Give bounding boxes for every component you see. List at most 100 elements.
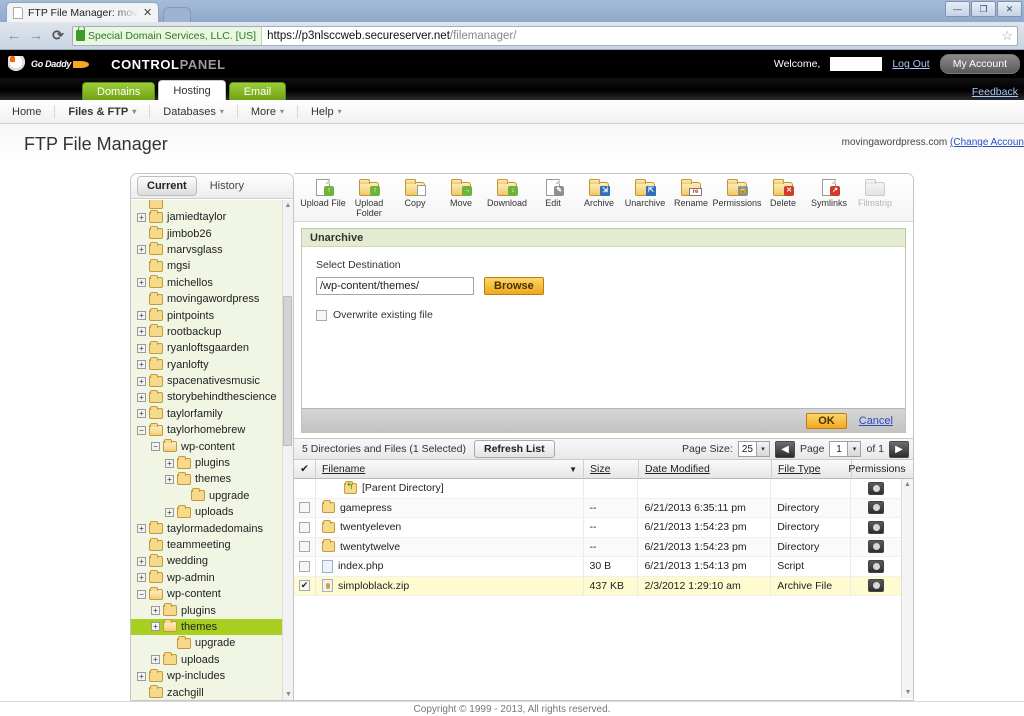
tree-item-taylormadedomains[interactable]: + taylormadedomains bbox=[131, 520, 282, 536]
row-checkbox-cell[interactable]: ✔ bbox=[294, 576, 316, 596]
tree-item-wedding[interactable]: + wedding bbox=[131, 553, 282, 569]
tree-item-themes[interactable]: + themes bbox=[131, 471, 282, 487]
tree-item-movingawordpress[interactable]: movingawordpress bbox=[131, 291, 282, 307]
unarchive-button[interactable]: ⇱ Unarchive bbox=[622, 177, 668, 208]
cancel-link[interactable]: Cancel bbox=[859, 415, 893, 427]
column-header-filename[interactable]: Filename ▼ bbox=[316, 459, 584, 479]
table-row[interactable]: index.php 30 B 6/21/2013 1:54:13 pm Script bbox=[294, 556, 901, 577]
refresh-list-button[interactable]: Refresh List bbox=[474, 440, 555, 458]
download-button[interactable]: ↓ Download bbox=[484, 177, 530, 208]
row-checkbox-cell[interactable] bbox=[294, 537, 316, 557]
expand-toggle-icon[interactable]: + bbox=[151, 655, 160, 665]
tree-item-plugins[interactable]: + plugins bbox=[131, 455, 282, 471]
welcome-username-field[interactable] bbox=[830, 57, 883, 71]
tree-item-upgrade[interactable]: upgrade bbox=[131, 635, 282, 651]
minimize-icon[interactable]: — bbox=[945, 1, 970, 17]
column-header-size[interactable]: Size bbox=[584, 459, 639, 479]
filename-cell[interactable]: twentytwelve bbox=[316, 537, 584, 557]
browse-button[interactable]: Browse bbox=[484, 277, 544, 295]
row-checkbox[interactable] bbox=[298, 521, 310, 533]
rename-button[interactable]: re Rename bbox=[668, 177, 714, 208]
collapse-toggle-icon[interactable]: − bbox=[151, 442, 160, 452]
expand-toggle-icon[interactable]: + bbox=[137, 524, 146, 534]
filename-cell[interactable]: [Parent Directory] bbox=[316, 478, 584, 498]
tree-item-ryanloftsgaarden[interactable]: + ryanloftsgaarden bbox=[131, 340, 282, 356]
expand-toggle-icon[interactable]: + bbox=[137, 360, 146, 370]
expand-toggle-icon[interactable]: + bbox=[137, 409, 146, 419]
tree-item-uploads[interactable]: + uploads bbox=[131, 652, 282, 668]
tree-item-mgsi[interactable]: mgsi bbox=[131, 258, 282, 274]
row-checkbox-cell[interactable] bbox=[294, 498, 316, 518]
tree-item-teammeeting[interactable]: teammeeting bbox=[131, 537, 282, 553]
address-bar[interactable]: Special Domain Services, LLC. [US] https… bbox=[72, 25, 1018, 46]
browser-tab[interactable]: FTP File Manager: moving ✕ bbox=[6, 2, 160, 22]
scroll-up-icon[interactable]: ▲ bbox=[902, 479, 913, 490]
column-header-file-type[interactable]: File Type bbox=[772, 459, 852, 479]
tree-item-uploads[interactable]: + uploads bbox=[131, 504, 282, 520]
tree-item-zachgill[interactable]: zachgill bbox=[131, 684, 282, 700]
feedback-link[interactable]: Feedback bbox=[972, 86, 1018, 98]
destination-input[interactable] bbox=[316, 277, 474, 295]
permissions-view-icon[interactable] bbox=[868, 559, 885, 573]
next-page-button[interactable]: ▶ bbox=[889, 440, 909, 458]
change-account-link[interactable]: (Change Accoun bbox=[950, 137, 1024, 148]
permissions-view-icon[interactable] bbox=[868, 481, 885, 495]
expand-toggle-icon[interactable]: + bbox=[137, 671, 146, 681]
archive-button[interactable]: ⇲ Archive bbox=[576, 177, 622, 208]
expand-toggle-icon[interactable]: + bbox=[151, 606, 160, 616]
permissions-view-icon[interactable] bbox=[868, 540, 885, 554]
expand-toggle-icon[interactable]: + bbox=[137, 311, 146, 321]
maximize-icon[interactable]: ❐ bbox=[971, 1, 996, 17]
upload-file-button[interactable]: ↑ Upload File bbox=[300, 177, 346, 208]
row-checkbox[interactable] bbox=[298, 502, 310, 514]
window-close-icon[interactable]: ✕ bbox=[997, 1, 1022, 17]
tree-item-rootbackup[interactable]: + rootbackup bbox=[131, 324, 282, 340]
edit-button[interactable]: ✎ Edit bbox=[530, 177, 576, 208]
new-tab-button[interactable] bbox=[163, 7, 192, 22]
scroll-up-icon[interactable]: ▲ bbox=[283, 200, 293, 211]
my-account-button[interactable]: My Account bbox=[939, 54, 1020, 74]
scroll-down-icon[interactable]: ▼ bbox=[902, 687, 913, 698]
expand-toggle-icon[interactable]: + bbox=[151, 622, 160, 632]
tree-item-themes[interactable]: + themes bbox=[131, 618, 282, 636]
permissions-view-icon[interactable] bbox=[868, 501, 885, 515]
tree-item-upgrade[interactable]: upgrade bbox=[131, 488, 282, 504]
tab-history[interactable]: History bbox=[201, 177, 253, 195]
row-checkbox[interactable] bbox=[298, 560, 310, 572]
expand-toggle-icon[interactable]: + bbox=[165, 458, 174, 468]
tree-item-storybehindthescience[interactable]: + storybehindthescience bbox=[131, 389, 282, 405]
tree-vertical-scrollbar[interactable]: ▲ ▼ bbox=[282, 200, 293, 700]
table-row[interactable]: twentytwelve -- 6/21/2013 1:54:23 pm Direct… bbox=[294, 537, 901, 557]
tree-item-partial[interactable] bbox=[131, 200, 282, 209]
subnav-item-help[interactable]: Help ▾ bbox=[298, 105, 355, 118]
expand-toggle-icon[interactable]: + bbox=[165, 507, 174, 517]
expand-toggle-icon[interactable]: + bbox=[137, 392, 146, 402]
row-checkbox-cell[interactable] bbox=[294, 517, 316, 537]
permissions-cell[interactable] bbox=[851, 557, 901, 577]
tab-current[interactable]: Current bbox=[137, 176, 197, 196]
expand-toggle-icon[interactable]: + bbox=[137, 376, 146, 386]
permissions-cell[interactable] bbox=[851, 479, 901, 499]
expand-toggle-icon[interactable]: + bbox=[137, 212, 146, 222]
tab-domains[interactable]: Domains bbox=[82, 82, 156, 100]
permissions-view-icon[interactable] bbox=[868, 579, 885, 593]
forward-icon[interactable]: → bbox=[28, 27, 44, 44]
collapse-toggle-icon[interactable]: − bbox=[137, 589, 146, 599]
tree-item-spacenativesmusic[interactable]: + spacenativesmusic bbox=[131, 373, 282, 389]
bookmark-star-icon[interactable]: ☆ bbox=[1001, 28, 1013, 44]
tree-item-ryanlofty[interactable]: + ryanlofty bbox=[131, 357, 282, 373]
expand-toggle-icon[interactable]: + bbox=[137, 327, 146, 337]
back-icon[interactable]: ← bbox=[6, 27, 22, 44]
select-all-checkbox[interactable]: ✔ bbox=[294, 459, 316, 479]
subnav-item-more[interactable]: More ▾ bbox=[238, 105, 298, 118]
move-button[interactable]: → Move bbox=[438, 177, 484, 208]
row-checkbox-cell[interactable] bbox=[294, 556, 316, 576]
scroll-down-icon[interactable]: ▼ bbox=[283, 689, 293, 700]
subnav-item-files-ftp[interactable]: Files & FTP ▾ bbox=[55, 105, 151, 118]
copy-button[interactable]: Copy bbox=[392, 177, 438, 208]
permissions-cell[interactable] bbox=[851, 518, 901, 538]
permissions-cell[interactable] bbox=[851, 537, 901, 557]
page-size-select[interactable]: 25 ▾ bbox=[737, 441, 770, 457]
tree-scroll-thumb[interactable] bbox=[283, 296, 292, 446]
tree-item-jimbob26[interactable]: jimbob26 bbox=[131, 225, 282, 241]
